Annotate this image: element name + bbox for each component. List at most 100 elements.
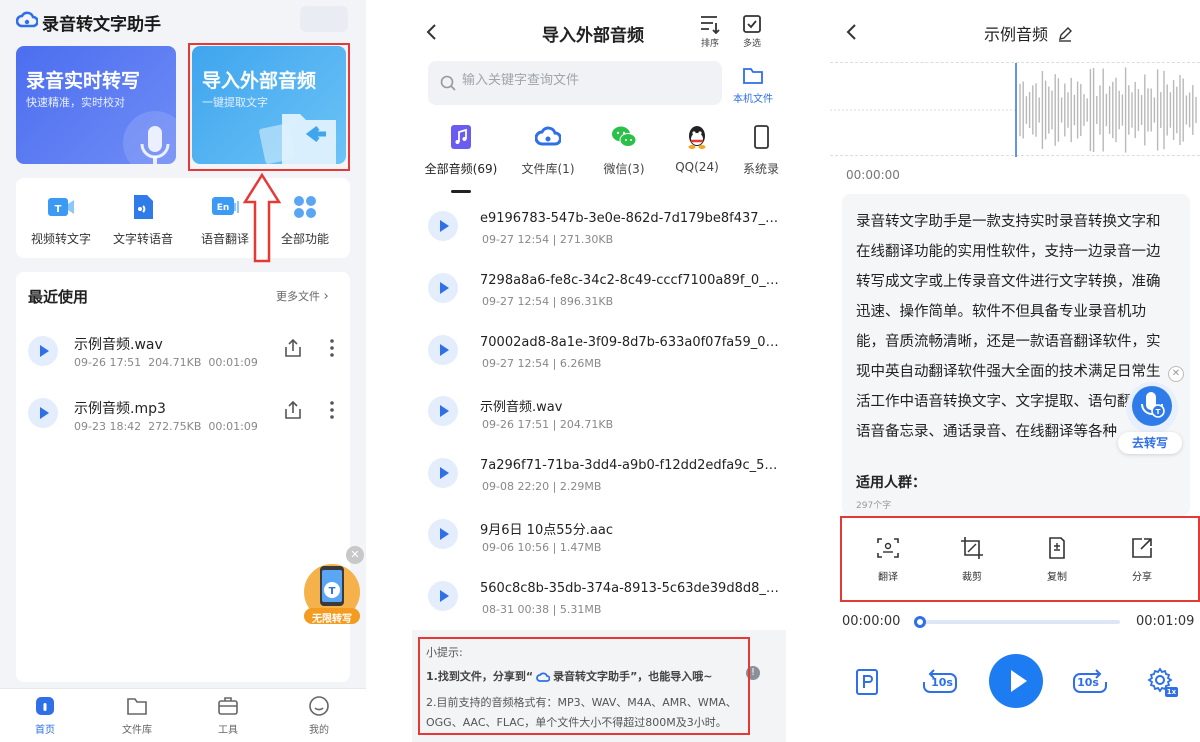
all-functions-icon bbox=[290, 192, 320, 222]
play-icon[interactable] bbox=[428, 211, 458, 241]
play-icon[interactable] bbox=[28, 336, 58, 366]
page-title: 导入外部音频 bbox=[542, 26, 644, 46]
table-row[interactable]: 9月6日 10点55分.aac 09-06 10:56 | 1.47MB bbox=[412, 517, 786, 579]
unlimited-transcribe-badge[interactable]: T 无限转写 bbox=[302, 560, 362, 630]
play-icon[interactable] bbox=[428, 273, 458, 303]
microphone-icon bbox=[120, 108, 176, 164]
play-icon[interactable] bbox=[428, 335, 458, 365]
sort-label: 排序 bbox=[700, 39, 719, 49]
translate-button[interactable]: 翻译 bbox=[858, 536, 918, 583]
search-input[interactable] bbox=[462, 73, 712, 88]
music-note-icon bbox=[448, 124, 474, 150]
waveform[interactable] bbox=[830, 62, 1200, 157]
table-row[interactable]: 示例音频.wav 09-26 17:51 | 204.71KB bbox=[412, 394, 786, 456]
nav-label: 文件库 bbox=[122, 725, 152, 736]
play-button[interactable] bbox=[989, 654, 1043, 708]
search-box[interactable] bbox=[428, 61, 722, 105]
file-meta: 08-31 00:38 | 5.31MB bbox=[482, 603, 602, 616]
multi-select-button[interactable]: 多选 bbox=[736, 14, 768, 49]
file-name: 示例音频.wav bbox=[480, 400, 563, 415]
tab-label: 系统录 bbox=[742, 162, 779, 176]
tool-video-to-text[interactable]: T 视频转文字 bbox=[21, 186, 101, 247]
badge-label: 无限转写 bbox=[312, 614, 352, 625]
phone-icon bbox=[748, 124, 774, 150]
table-row[interactable]: 70002ad8-8a1e-3f09-8d7b-633a0f07fa59_0_1… bbox=[412, 333, 786, 395]
speed-settings-button[interactable]: 1x bbox=[1146, 666, 1178, 698]
app-logo-icon bbox=[16, 10, 38, 30]
close-icon[interactable]: ✕ bbox=[346, 546, 364, 564]
transcript-line: 语音备忘录、通话录音、在线翻译等各种 bbox=[856, 424, 1117, 440]
transcript-line: 转写成文字或上传录音文件进行文字转换，准确 bbox=[856, 274, 1161, 290]
more-vertical-icon[interactable] bbox=[329, 338, 335, 358]
tab-wechat[interactable]: 微信(3) bbox=[584, 124, 664, 177]
transcript-line: 录音转文字助手是一款支持实时录音转换文字和 bbox=[856, 214, 1161, 230]
play-icon[interactable] bbox=[428, 458, 458, 488]
card-subtitle: 快速精准，实时校对 bbox=[26, 96, 125, 109]
crop-button[interactable]: 裁剪 bbox=[942, 536, 1002, 583]
progress-handle[interactable] bbox=[914, 616, 926, 628]
file-meta: 09-27 12:54 | 6.26MB bbox=[482, 357, 602, 370]
local-files-label: 本机文件 bbox=[733, 94, 773, 105]
play-icon[interactable] bbox=[428, 396, 458, 426]
progress-track[interactable] bbox=[916, 620, 1120, 624]
file-meta: 09-27 12:54 | 896.31KB bbox=[482, 295, 614, 308]
qq-icon bbox=[684, 124, 710, 150]
tab-label: QQ(24) bbox=[675, 160, 719, 174]
share-icon[interactable] bbox=[284, 400, 302, 420]
play-icon[interactable] bbox=[428, 519, 458, 549]
table-row[interactable]: e9196783-547b-3e0e-862d-7d179be8f437_0_.… bbox=[412, 209, 786, 271]
edit-pencil-icon[interactable] bbox=[1057, 26, 1073, 42]
nav-profile[interactable]: 我的 bbox=[289, 695, 349, 736]
tab-system-recording[interactable]: 系统录 bbox=[736, 124, 786, 177]
wechat-icon bbox=[611, 124, 637, 150]
bottom-nav: 首页 文件库 工具 我的 bbox=[0, 688, 366, 742]
transcript-card[interactable]: 录音转文字助手是一款支持实时录音转换文字和 在线翻译功能的实用性软件，支持一边录… bbox=[842, 194, 1190, 516]
copy-doc-icon bbox=[1049, 537, 1065, 559]
copy-button[interactable]: 复制 bbox=[1027, 536, 1087, 583]
nav-home[interactable]: 首页 bbox=[15, 695, 75, 736]
forward-10s-button[interactable]: 10s bbox=[1072, 668, 1108, 696]
tool-text-to-speech[interactable]: 文字转语音 bbox=[103, 186, 183, 247]
video-to-text-icon: T bbox=[46, 192, 76, 222]
play-icon[interactable] bbox=[428, 581, 458, 611]
audio-detail-screen: 示例音频 00:00:00 录音转文字助手是一款支持实时录音转换文字和 在线翻译… bbox=[830, 0, 1200, 742]
crop-icon bbox=[961, 537, 983, 559]
transcript-toggle-button[interactable] bbox=[854, 668, 880, 696]
table-row[interactable]: 7298a8a6-fe8c-34c2-8c49-cccf7100a89f_0_5… bbox=[412, 271, 786, 333]
multi-select-label: 多选 bbox=[742, 39, 761, 49]
go-transcribe-button[interactable]: T 去转写 bbox=[1118, 380, 1182, 460]
realtime-transcribe-card[interactable]: 录音实时转写 快速精准，实时校对 bbox=[16, 46, 176, 164]
forward-label: 10s bbox=[1077, 676, 1099, 689]
back-arrow-icon[interactable] bbox=[422, 22, 442, 42]
waveform-graphic bbox=[830, 63, 1197, 157]
nav-tools[interactable]: 工具 bbox=[198, 695, 258, 736]
rewind-10s-button[interactable]: 10s bbox=[922, 668, 958, 696]
home-icon bbox=[34, 695, 56, 717]
tab-all-audio[interactable]: 全部音频(69) bbox=[421, 124, 501, 177]
transcript-line: 在线翻译功能的实用性软件，支持一边录音一边 bbox=[856, 244, 1161, 260]
top-right-button[interactable] bbox=[300, 6, 348, 32]
share-button[interactable]: 分享 bbox=[1112, 536, 1172, 583]
tab-qq[interactable]: QQ(24) bbox=[657, 124, 737, 174]
nav-file-library[interactable]: 文件库 bbox=[107, 695, 167, 736]
file-name: 7a296f71-71ba-3dd4-a9b0-f12dd2edfa9c_58_… bbox=[480, 458, 780, 473]
char-count: 297个字 bbox=[856, 501, 892, 511]
folder-icon bbox=[743, 68, 763, 84]
action-label: 复制 bbox=[1047, 572, 1067, 583]
back-arrow-icon[interactable] bbox=[842, 22, 862, 42]
more-files-link[interactable]: 更多文件 › bbox=[276, 288, 329, 304]
sort-button[interactable]: 排序 bbox=[694, 14, 726, 49]
toolbox-icon bbox=[217, 695, 239, 717]
list-item[interactable]: 示例音频.mp3 09-23 18:42 272.75KB 00:01:09 bbox=[16, 396, 350, 452]
local-files-button[interactable]: 本机文件 bbox=[730, 66, 776, 105]
more-vertical-icon[interactable] bbox=[329, 400, 335, 420]
share-icon[interactable] bbox=[284, 338, 302, 358]
active-tab-indicator bbox=[451, 190, 471, 193]
list-item[interactable]: 示例音频.wav 09-26 17:51 204.71KB 00:01:09 bbox=[16, 332, 350, 388]
up-arrow-annotation-icon bbox=[242, 172, 282, 264]
apply-heading: 适用人群： bbox=[856, 475, 926, 491]
play-icon[interactable] bbox=[28, 398, 58, 428]
recent-files-card: 最近使用 更多文件 › 示例音频.wav 09-26 17:51 204.71K… bbox=[16, 272, 350, 682]
table-row[interactable]: 7a296f71-71ba-3dd4-a9b0-f12dd2edfa9c_58_… bbox=[412, 456, 786, 518]
tab-file-library[interactable]: 文件库(1) bbox=[508, 124, 588, 177]
